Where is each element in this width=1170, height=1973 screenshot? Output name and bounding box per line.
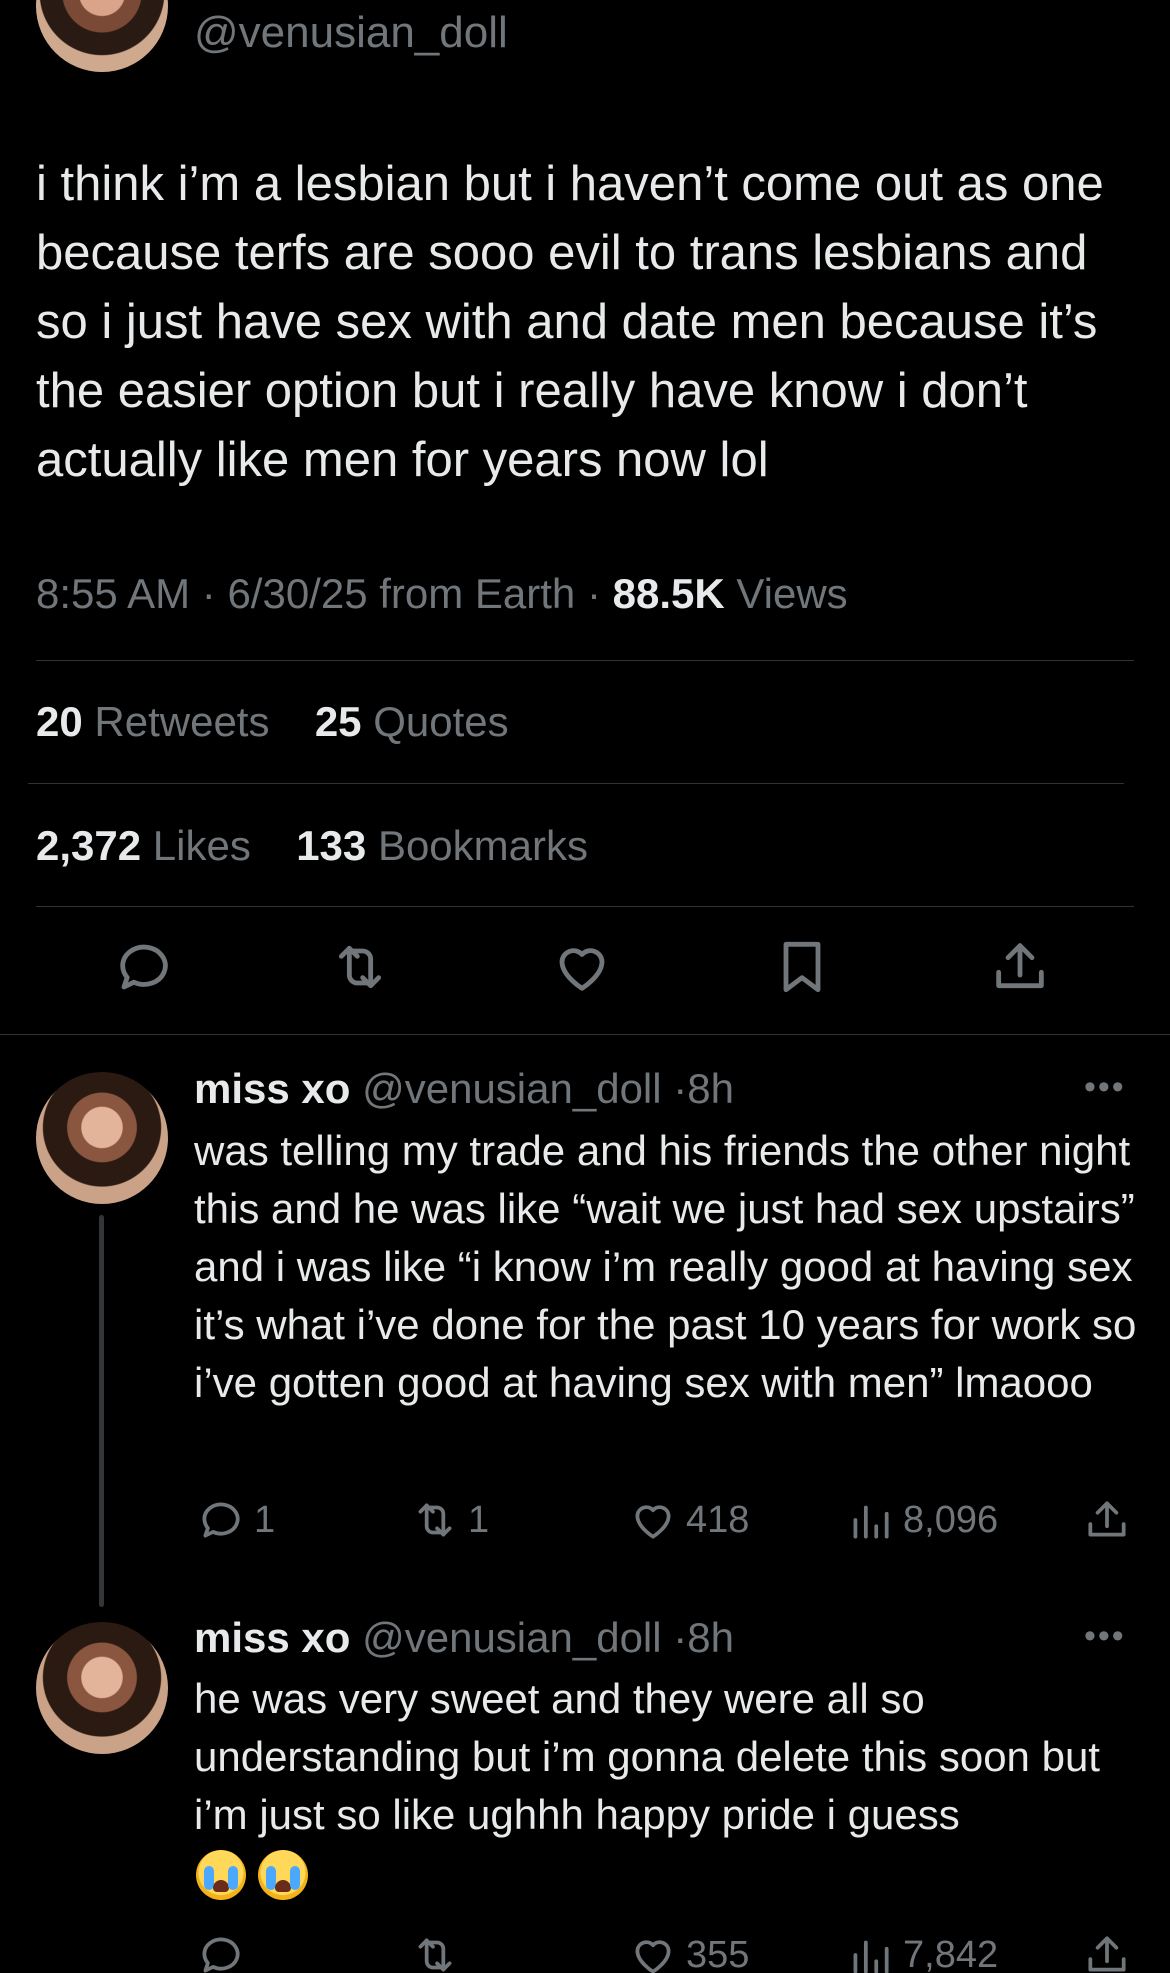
retweet-count: 1 — [468, 1498, 490, 1541]
reply-author-handle[interactable]: @venusian_doll — [362, 1065, 662, 1112]
reply-author-name[interactable]: miss xo — [194, 1065, 350, 1112]
like-icon — [635, 1505, 671, 1539]
reply-header: miss xo @venusian_doll ·8h — [194, 1614, 734, 1662]
divider — [36, 660, 1134, 661]
emoji-row — [196, 1850, 320, 1900]
likes-stat[interactable]: 2,372 Likes — [36, 822, 263, 869]
reply-action-bar: 355 7,842 — [0, 1925, 1170, 1973]
meta-separator: · — [201, 570, 228, 617]
quotes-stat[interactable]: 25 Quotes — [315, 698, 509, 745]
views-button[interactable]: 7,842 — [845, 1925, 998, 1973]
like-count: 355 — [686, 1933, 750, 1973]
meta-separator: · — [673, 1065, 688, 1112]
retweet-icon[interactable] — [328, 935, 392, 999]
reply-age[interactable]: 8h — [687, 1614, 734, 1661]
quotes-label: Quotes — [373, 698, 509, 745]
like-icon[interactable] — [550, 935, 614, 999]
views-label: Views — [736, 570, 848, 617]
retweets-label: Retweets — [94, 698, 270, 745]
more-options-icon[interactable]: ••• — [1084, 1617, 1126, 1656]
meta-separator: · — [586, 570, 613, 617]
reply-author-handle[interactable]: @venusian_doll — [362, 1614, 662, 1661]
reply-text: was telling my trade and his friends the… — [194, 1127, 1137, 1406]
divider — [0, 1034, 1170, 1035]
quotes-count: 25 — [314, 698, 362, 745]
tweet-time[interactable]: 8:55 AM — [36, 570, 190, 617]
retweet-button[interactable]: 1 — [410, 1490, 489, 1550]
divider — [36, 906, 1134, 907]
engagement-row-2: 2,372 Likes 133 Bookmarks — [36, 822, 588, 870]
tweet-meta: 8:55 AM · 6/30/25 from Earth · 88.5K Vie… — [36, 570, 848, 618]
reply-action-bar: 1 1 418 8,096 — [0, 1490, 1170, 1550]
reply-button[interactable]: 1 — [196, 1490, 275, 1550]
like-count: 418 — [686, 1498, 750, 1541]
author-avatar[interactable] — [36, 0, 168, 72]
retweet-icon — [418, 1503, 452, 1537]
likes-count: 2,372 — [36, 822, 142, 869]
bookmarks-stat[interactable]: 133 Bookmarks — [296, 822, 588, 869]
share-button[interactable] — [1082, 1925, 1132, 1973]
bookmarks-count: 133 — [296, 822, 367, 869]
tweet-detail-page: @venusian_doll i think i’m a lesbian but… — [0, 0, 1170, 1973]
bookmarks-label: Bookmarks — [377, 822, 588, 869]
reply-header: miss xo @venusian_doll ·8h — [194, 1065, 734, 1113]
reply-age[interactable]: 8h — [687, 1065, 734, 1112]
more-options-icon[interactable]: ••• — [1084, 1068, 1126, 1107]
reply-text-body: he was very sweet and they were all so u… — [194, 1675, 1100, 1838]
bookmark-icon[interactable] — [770, 935, 834, 999]
views-count: 7,842 — [903, 1933, 999, 1973]
views-button[interactable]: 8,096 — [845, 1490, 998, 1550]
reply-avatar[interactable] — [36, 1072, 168, 1204]
reply-icon — [202, 1502, 240, 1538]
views-count: 88.5K — [612, 570, 725, 617]
retweets-stat[interactable]: 20 Retweets — [36, 698, 281, 745]
engagement-row-1: 20 Retweets 25 Quotes — [36, 698, 509, 746]
like-button[interactable]: 418 — [628, 1490, 749, 1550]
loudly-crying-emoji — [258, 1850, 308, 1900]
tweet-action-bar — [0, 935, 1170, 1010]
like-button[interactable]: 355 — [628, 1925, 749, 1973]
reply-text: he was very sweet and they were all so u… — [194, 1670, 1144, 1844]
divider — [28, 783, 1124, 784]
share-icon — [1088, 1936, 1126, 1972]
retweet-icon — [418, 1938, 452, 1972]
analytics-icon — [853, 1940, 889, 1973]
share-icon — [1088, 1501, 1126, 1537]
reply-count: 1 — [254, 1498, 276, 1541]
tweet-text: i think i’m a lesbian but i haven’t come… — [36, 157, 1104, 487]
share-icon[interactable] — [988, 935, 1052, 999]
loudly-crying-emoji — [196, 1850, 246, 1900]
tweet-date-source: 6/30/25 from Earth — [227, 570, 576, 617]
author-handle[interactable]: @venusian_doll — [194, 8, 508, 58]
analytics-icon — [853, 1505, 889, 1539]
reply-icon[interactable] — [112, 935, 176, 999]
meta-separator: · — [673, 1614, 688, 1661]
reply-icon — [202, 1937, 240, 1973]
retweet-button[interactable] — [410, 1925, 460, 1973]
reply-button[interactable] — [196, 1925, 246, 1973]
retweets-count: 20 — [36, 698, 83, 745]
likes-label: Likes — [152, 822, 251, 869]
like-icon — [635, 1940, 671, 1973]
views-count: 8,096 — [903, 1498, 999, 1541]
share-button[interactable] — [1082, 1490, 1132, 1550]
reply-author-name[interactable]: miss xo — [194, 1614, 350, 1661]
reply-avatar[interactable] — [36, 1622, 168, 1754]
